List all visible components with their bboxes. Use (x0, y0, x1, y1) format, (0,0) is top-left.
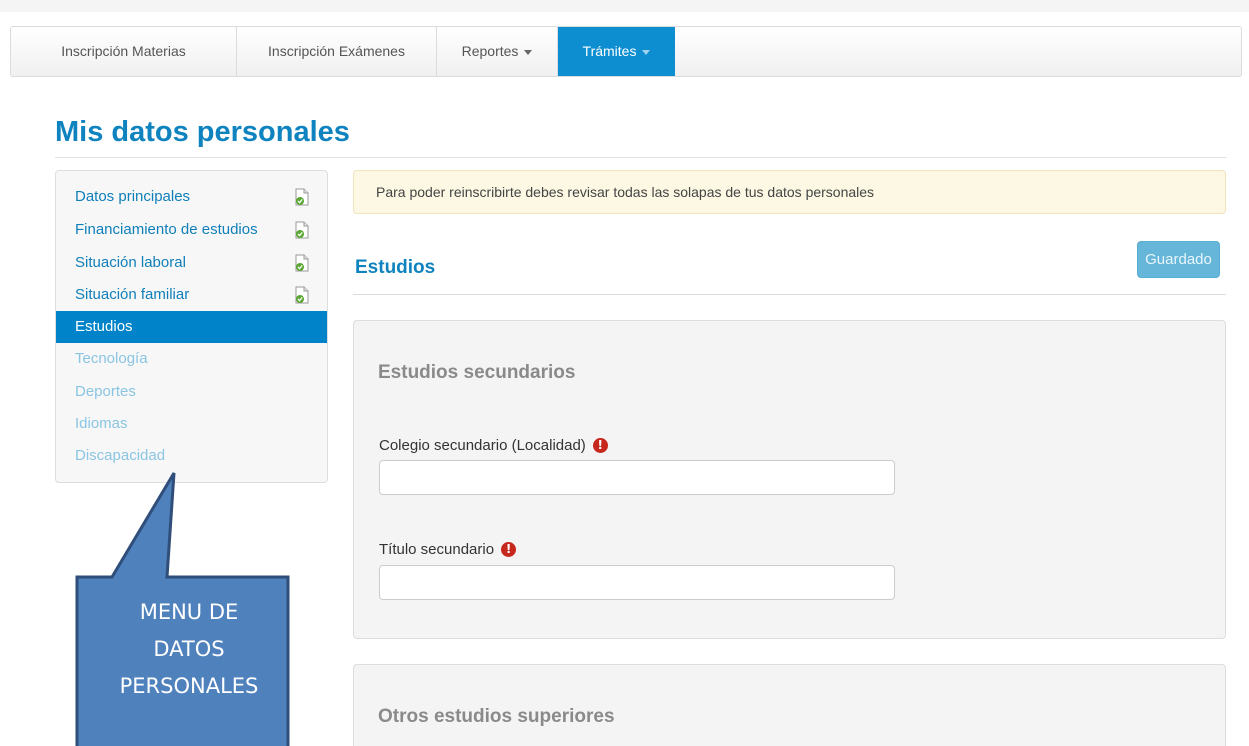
callout-text: MENU DE DATOS PERSONALES (90, 594, 288, 705)
callout-line: MENU DE (139, 600, 239, 624)
callout-line: PERSONALES (119, 674, 259, 698)
callout-line: DATOS (153, 637, 225, 661)
